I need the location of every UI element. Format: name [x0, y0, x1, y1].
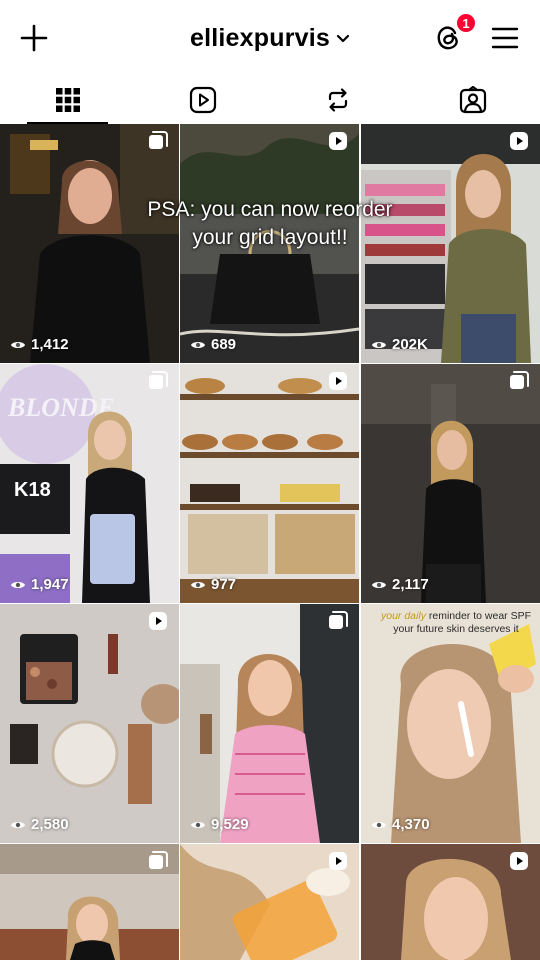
notification-badge: 1 — [455, 12, 477, 34]
eye-icon — [11, 821, 25, 828]
profile-header: elliexpurvis 1 — [0, 0, 540, 76]
eye-icon — [372, 341, 386, 348]
grid-icon — [55, 88, 80, 112]
view-count: 4,370 — [371, 816, 430, 833]
view-count: 2,580 — [10, 816, 69, 833]
caption-text: reminder to wear SPF — [425, 610, 531, 622]
post-thumbnail: BLONDE K18 — [0, 364, 179, 603]
post-tile[interactable] — [0, 844, 179, 960]
post-tile[interactable]: 977 — [180, 364, 359, 603]
eye-icon — [191, 341, 205, 348]
view-count: 689 — [190, 336, 236, 353]
tab-grid[interactable] — [0, 76, 135, 124]
eye-icon — [11, 341, 25, 348]
post-caption-overlay: your daily reminder to wear SPF your fut… — [371, 610, 540, 636]
view-count-value: 977 — [211, 576, 237, 593]
post-tile[interactable] — [180, 844, 359, 960]
carousel-icon — [149, 131, 168, 149]
post-thumbnail — [180, 364, 359, 603]
reel-icon — [510, 852, 528, 870]
eye-icon — [372, 581, 386, 588]
view-count-value: 1,412 — [31, 336, 69, 353]
post-tile[interactable]: 2,580 — [0, 604, 179, 843]
reel-icon — [149, 612, 167, 630]
post-tile[interactable] — [361, 844, 540, 960]
view-count: 202K — [371, 336, 428, 353]
post-thumbnail — [180, 604, 359, 843]
tab-tagged[interactable] — [405, 76, 540, 124]
carousel-icon — [510, 371, 529, 389]
chevron-down-icon — [336, 34, 350, 42]
view-count-value: 2,117 — [392, 576, 429, 593]
repost-icon — [328, 88, 347, 112]
post-thumbnail — [361, 364, 540, 603]
eye-icon — [191, 821, 205, 828]
caption-text: your future skin deserves it — [393, 623, 519, 635]
view-count-value: 1,947 — [31, 576, 69, 593]
menu-button[interactable] — [487, 20, 523, 56]
eye-icon — [372, 821, 386, 828]
svg-text:K18: K18 — [14, 479, 51, 501]
carousel-icon — [329, 611, 348, 629]
view-count: 9,529 — [190, 816, 249, 833]
reel-icon — [510, 132, 528, 150]
post-tile[interactable]: BLONDE K18 1,947 — [0, 364, 179, 603]
eye-icon — [191, 581, 205, 588]
post-thumbnail — [0, 604, 179, 843]
menu-icon — [491, 27, 519, 49]
reel-icon — [329, 852, 347, 870]
post-thumbnail — [361, 604, 540, 843]
view-count-value: 4,370 — [392, 816, 430, 833]
reel-icon — [329, 132, 347, 150]
view-count: 1,947 — [10, 576, 69, 593]
view-count-value: 202K — [392, 336, 428, 353]
tagged-icon — [459, 86, 486, 114]
view-count: 977 — [190, 576, 236, 593]
tab-reels[interactable] — [135, 76, 270, 124]
eye-icon — [11, 581, 25, 588]
view-count-value: 2,580 — [31, 816, 69, 833]
reels-icon — [189, 86, 216, 114]
reel-icon — [329, 372, 347, 390]
view-count: 1,412 — [10, 336, 69, 353]
view-count: 2,117 — [371, 576, 429, 593]
tab-reposts[interactable] — [270, 76, 405, 124]
view-count-value: 689 — [211, 336, 237, 353]
view-count-value: 9,529 — [211, 816, 249, 833]
caption-highlight: your daily — [381, 610, 426, 622]
username: elliexpurvis — [190, 24, 330, 52]
carousel-icon — [149, 851, 168, 869]
carousel-icon — [149, 371, 168, 389]
post-tile[interactable]: 2,117 — [361, 364, 540, 603]
profile-tabs — [0, 76, 540, 124]
post-tile[interactable]: 9,529 — [180, 604, 359, 843]
post-tile[interactable]: your daily reminder to wear SPF your fut… — [361, 604, 540, 843]
post-overlay-text: PSA: you can now reorder your grid layou… — [147, 198, 393, 249]
